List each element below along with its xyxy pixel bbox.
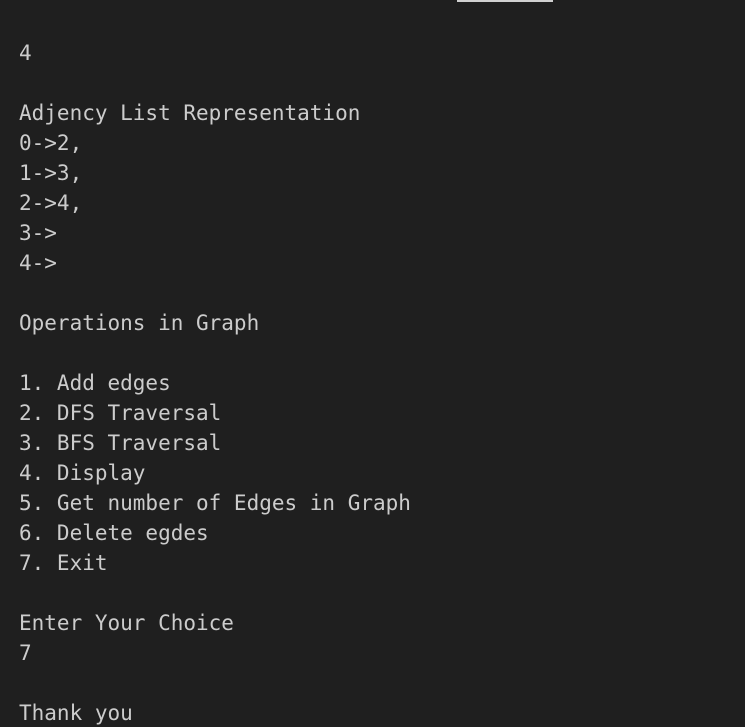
output-line: 4	[19, 41, 32, 65]
output-line: 3. BFS Traversal	[19, 431, 222, 455]
output-line: Enter Your Choice	[19, 611, 234, 635]
output-line: Operations in Graph	[19, 311, 260, 335]
output-line: 4. Display	[19, 461, 146, 485]
output-line: 2. DFS Traversal	[19, 401, 222, 425]
output-line: 2->4,	[19, 191, 83, 215]
output-line: 0->2,	[19, 131, 83, 155]
output-line: 1. Add edges	[19, 371, 171, 395]
terminal-panel[interactable]: 4 Adjency List Representation 0->2, 1->3…	[0, 0, 745, 727]
output-line: 1->3,	[19, 161, 83, 185]
output-line: Adjency List Representation	[19, 101, 361, 125]
output-line: 6. Delete egdes	[19, 521, 209, 545]
output-line: 7. Exit	[19, 551, 108, 575]
scroll-indicator[interactable]	[457, 0, 553, 2]
output-line: 4->	[19, 251, 57, 275]
output-line: 3->	[19, 221, 57, 245]
output-line: 5. Get number of Edges in Graph	[19, 491, 411, 515]
output-line: 7	[19, 641, 32, 665]
terminal-output: 4 Adjency List Representation 0->2, 1->3…	[19, 38, 411, 727]
output-line: Thank you	[19, 701, 133, 725]
